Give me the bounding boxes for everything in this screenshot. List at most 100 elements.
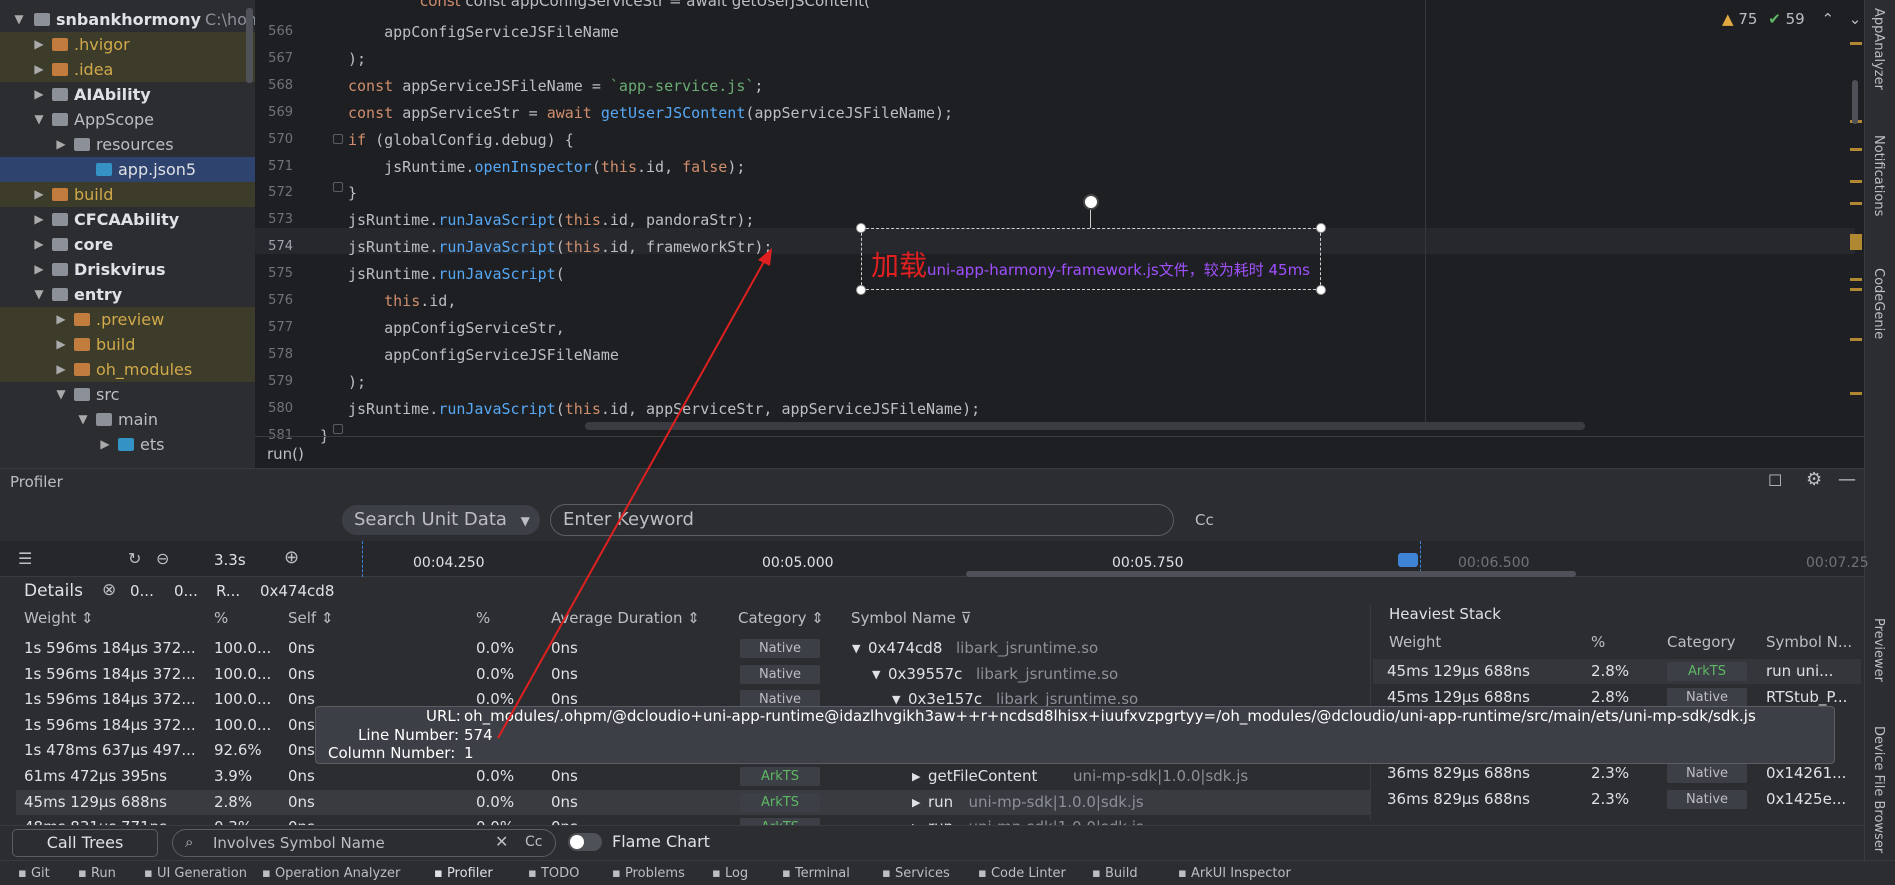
chevron-right-icon[interactable]: ▶ <box>54 132 68 157</box>
hs-col-category[interactable]: Category <box>1667 633 1736 651</box>
gear-icon[interactable]: ⚙ <box>1806 469 1822 490</box>
minimize-icon[interactable]: — <box>1838 469 1856 490</box>
tool-notifications[interactable]: Notifications <box>1871 135 1886 216</box>
table-row[interactable]: 45ms 129μs 688ns 2.8% 0ns 0.0% 0ns ArkTS ▶ run u… <box>16 789 1371 815</box>
tool-window-ui-generation[interactable]: ▪ UI Generation <box>144 866 247 881</box>
search-mode-dropdown[interactable]: Search Unit Data ▼ <box>342 505 540 535</box>
chevron-down-icon[interactable]: ▼ <box>76 407 90 432</box>
chevron-right-icon[interactable]: ▶ <box>32 82 46 107</box>
col-weight[interactable]: Weight ⇕ <box>24 609 94 627</box>
code-line[interactable]: appConfigServiceStr, <box>348 315 565 341</box>
col-pct[interactable]: % <box>214 609 228 627</box>
zoom-out-icon[interactable]: ⊖ <box>156 549 169 568</box>
fold-icon[interactable] <box>333 424 343 434</box>
tree-item[interactable]: ▼ src <box>0 382 255 407</box>
hs-col-weight[interactable]: Weight <box>1389 633 1441 651</box>
match-case-toggle[interactable]: Cc <box>1195 511 1214 529</box>
tool-window-log[interactable]: ▪ Log <box>712 866 748 881</box>
tool-window-terminal[interactable]: ▪ Terminal <box>782 866 850 881</box>
annotation-handle[interactable] <box>856 285 866 295</box>
tool-window-problems[interactable]: ▪ Problems <box>612 866 685 881</box>
chevron-right-icon[interactable]: ▶ <box>32 232 46 257</box>
stripe-marker[interactable] <box>1850 148 1862 151</box>
tool-window-todo[interactable]: ▪ TODO <box>528 866 579 881</box>
code-line[interactable]: jsRuntime.runJavaScript(this.id, appServ… <box>348 396 980 422</box>
tool-window-arkui-inspector[interactable]: ▪ ArkUI Inspector <box>1178 866 1291 881</box>
code-line[interactable]: jsRuntime.runJavaScript(this.id, pandora… <box>348 207 754 233</box>
annotation-handle[interactable] <box>856 223 866 233</box>
tool-window-profiler[interactable]: ▪ Profiler <box>428 861 512 885</box>
tool-previewer[interactable]: Previewer <box>1871 618 1886 682</box>
symbol-filter-input[interactable]: ⌕ Involves Symbol Name ✕ Cc <box>172 829 556 857</box>
code-line[interactable]: jsRuntime.runJavaScript(this.id, framewo… <box>348 234 772 260</box>
tree-item[interactable]: ▼ entry <box>0 282 255 307</box>
tree-item[interactable]: ▶ oh_modules <box>0 357 255 382</box>
list-icon[interactable]: ☰ <box>18 549 32 568</box>
tool-window-run[interactable]: ▪ Run <box>78 866 116 881</box>
tool-window-operation-analyzer[interactable]: ▪ Operation Analyzer <box>262 866 400 881</box>
restore-icon[interactable]: ☐ <box>1768 471 1782 490</box>
fold-icon[interactable] <box>333 182 343 192</box>
crumb[interactable]: 0... <box>130 582 154 600</box>
col-self[interactable]: Self ⇕ <box>288 609 334 627</box>
call-trees-button[interactable]: Call Trees <box>12 829 158 857</box>
heaviest-row[interactable]: 36ms 829μs 688ns 2.3% Native 0x14261... <box>1373 761 1861 786</box>
tree-item[interactable]: ▶ AIAbility <box>0 82 255 107</box>
chevron-right-icon[interactable]: ▶ <box>98 432 112 457</box>
chevron-down-icon[interactable]: ▼ <box>54 382 68 407</box>
tree-root[interactable]: ▼ snbankhormony C:\home\ <box>0 7 255 32</box>
selection-start[interactable] <box>362 541 363 577</box>
flame-chart-toggle[interactable] <box>568 833 602 851</box>
tree-item[interactable]: ▶ .hvigor <box>0 32 255 57</box>
col-symbol[interactable]: Symbol Name ⊽ <box>851 609 972 627</box>
code-line[interactable]: this.id, <box>348 288 456 314</box>
hs-col-pct[interactable]: % <box>1591 633 1605 651</box>
tool-appanalyzer[interactable]: AppAnalyzer <box>1871 8 1886 90</box>
history-icon[interactable]: ↻ <box>128 549 141 568</box>
tool-window-code-linter[interactable]: ▪ Code Linter <box>978 866 1066 881</box>
keyword-input[interactable]: Enter Keyword <box>550 504 1174 536</box>
tree-item[interactable]: ▶ .idea <box>0 57 255 82</box>
code-line[interactable]: ); <box>348 369 366 395</box>
code-line[interactable]: } <box>348 180 357 206</box>
chevron-right-icon[interactable]: ▶ <box>54 307 68 332</box>
editor-hscrollbar[interactable] <box>585 422 1585 430</box>
inspection-widget[interactable]: ▲ 75 ✔ 59 ⌃ ⌄ <box>1722 10 1861 28</box>
table-row[interactable]: 1s 596ms 184μs 372... 100.0... 0ns 0.0% 0ns N… <box>16 662 1371 687</box>
code-line[interactable]: ); <box>348 46 366 72</box>
tool-window-git[interactable]: ▪ Git <box>18 866 50 881</box>
selection-handle[interactable] <box>1398 553 1418 567</box>
editor-vscrollbar[interactable] <box>1852 80 1858 124</box>
heaviest-row[interactable]: 45ms 129μs 688ns 2.8% ArkTS run uni... <box>1373 659 1861 684</box>
chevron-right-icon[interactable]: ▶ <box>32 207 46 232</box>
chevron-down-icon[interactable]: ▼ <box>12 7 26 32</box>
stripe-marker[interactable] <box>1850 180 1862 183</box>
chevron-down-icon[interactable]: ▼ <box>32 282 46 307</box>
annotation-rotate-handle[interactable] <box>1083 194 1099 210</box>
tree-item[interactable]: ▶ ets <box>0 432 255 457</box>
col-avg[interactable]: Average Duration ⇕ <box>551 609 700 627</box>
annotation-handle[interactable] <box>1316 285 1326 295</box>
chevron-right-icon[interactable]: ▶ <box>32 57 46 82</box>
profiler-timeline[interactable]: ☰ ↻ ⊖ 3.3s ⊕ 00:04.250 00:05.000 00:05.7… <box>0 541 1869 577</box>
code-line[interactable]: jsRuntime.openInspector(this.id, false); <box>348 154 745 180</box>
chevron-down-icon[interactable]: ▼ <box>32 107 46 132</box>
chevron-right-icon[interactable]: ▶ <box>32 257 46 282</box>
tree-scrollbar[interactable] <box>246 8 253 83</box>
crumb[interactable]: 0... <box>174 582 198 600</box>
tool-window-build[interactable]: ▪ Build <box>1092 866 1138 881</box>
fold-icon[interactable] <box>333 134 343 144</box>
tree-item[interactable]: ▶ build <box>0 182 255 207</box>
code-line[interactable]: const appServiceStr = await getUserJSCon… <box>348 100 953 126</box>
stripe-marker[interactable] <box>1850 202 1862 205</box>
code-line[interactable]: const appServiceJSFileName = `app-servic… <box>348 73 763 99</box>
clear-icon[interactable]: ✕ <box>495 832 508 851</box>
hs-col-symbol[interactable]: Symbol N... <box>1766 633 1852 651</box>
tree-item[interactable]: ▶ build <box>0 332 255 357</box>
stripe-marker[interactable] <box>1850 278 1862 281</box>
chevron-right-icon[interactable]: ▶ <box>32 182 46 207</box>
crumb[interactable]: R... <box>216 582 240 600</box>
code-line[interactable]: if (globalConfig.debug) { <box>348 127 574 153</box>
tree-item[interactable]: ▶ resources <box>0 132 255 157</box>
chevron-right-icon[interactable]: ▶ <box>54 332 68 357</box>
